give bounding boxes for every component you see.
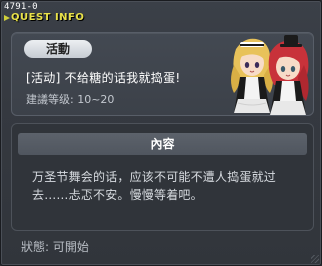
quest-info-window: 4791-0 QUEST INFO 活動 [活动] 不给糖的话我就捣蛋! 建議等… — [0, 0, 322, 266]
recommended-level: 建議等级: 10~20 — [26, 93, 115, 106]
quest-name: [活动] 不给糖的话我就捣蛋! — [26, 71, 181, 85]
collapse-arrow-icon[interactable] — [4, 15, 10, 21]
quest-status: 狀態: 可開始 — [21, 240, 89, 254]
resize-grip-icon[interactable] — [311, 255, 319, 263]
blonde-maid-figure — [231, 38, 273, 113]
description-header: 內容 — [18, 133, 307, 155]
title-bar[interactable]: QUEST INFO — [1, 11, 322, 25]
redhead-maid-figure — [268, 35, 309, 115]
window-title: QUEST INFO — [11, 12, 85, 23]
quest-category-badge: 活動 — [24, 40, 92, 58]
description-panel: 內容 万圣节舞会的话，应该不可能不遭人捣蛋就过去……忐忑不安。慢慢等着吧。 — [11, 123, 314, 231]
quest-summary-card: 活動 [活动] 不给糖的话我就捣蛋! 建議等级: 10~20 — [11, 32, 314, 116]
description-text: 万圣节舞会的话，应该不可能不遭人捣蛋就过去……忐忑不安。慢慢等着吧。 — [32, 170, 277, 202]
npc-portrait-image — [231, 35, 309, 115]
